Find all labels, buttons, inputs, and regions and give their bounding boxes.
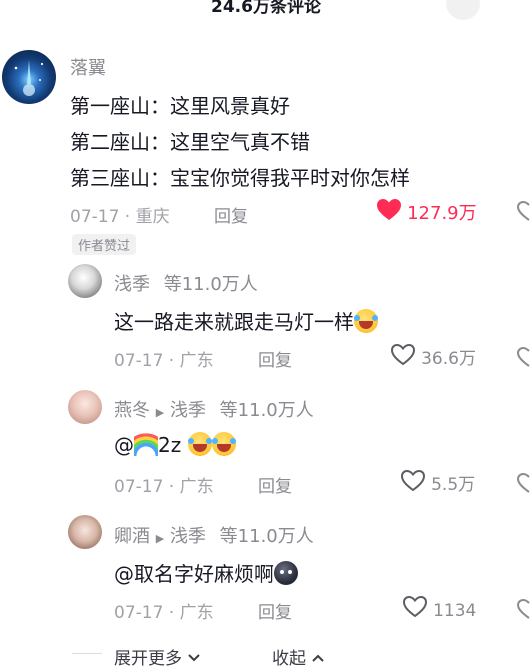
comment-username[interactable]: 落翼 [70,54,106,80]
like-count: 5.5万 [431,475,476,495]
dislike-icon[interactable] [516,346,532,368]
reply-text: @取名字好麻烦啊 [114,558,298,587]
like-button[interactable]: 36.6万 [390,343,476,371]
heart-outline-icon [390,343,416,371]
reply-meta: 07-17 · 广东 [114,351,214,371]
dislike-icon[interactable] [516,200,532,222]
author-liked-badge: 作者赞过 [72,234,137,255]
heart-outline-icon [400,469,426,497]
laughing-crying-emoji-icon [187,432,212,456]
like-button[interactable]: 5.5万 [400,469,475,497]
laughing-crying-emoji-icon [354,309,378,333]
like-button[interactable]: 127.9万 [376,198,477,226]
avatar[interactable] [68,390,102,424]
comment-text-line: 第二座山：这里空气真不错 [70,130,310,154]
reply-arrow-icon: ▶ [155,532,165,545]
like-count: 127.9万 [407,203,477,224]
comment-text-line: 第一座山：这里风景真好 [70,94,290,118]
collapse-button[interactable] [446,0,480,20]
comment-text-line: 第三座山：宝宝你觉得我平时对你怎样 [70,166,410,190]
avatar[interactable] [68,264,102,298]
reply-text-content: 这一路走来就跟走马灯一样 [114,310,354,334]
avatar[interactable] [68,515,102,549]
reply-text: 这一路走来就跟走马灯一样 [114,306,378,335]
heart-filled-icon [376,198,402,226]
laughing-crying-emoji-icon [211,432,236,456]
like-button[interactable]: 1134 [402,595,476,623]
chevron-down-icon [187,648,201,668]
collapse-replies-button[interactable]: 收起 [272,644,325,669]
rainbow-emoji-icon [134,432,158,456]
expand-more-button[interactable]: 展开更多 [114,644,201,669]
mention-symbol[interactable]: @ [114,433,134,457]
reply-liked-by: 等11.0万人 [219,400,314,421]
reply-username-text[interactable]: 卿酒 [114,526,150,547]
dislike-icon[interactable] [516,472,532,494]
reply-button[interactable]: 回复 [258,346,292,371]
dislike-icon[interactable] [516,598,532,620]
reply-username-text[interactable]: 燕冬 [114,400,150,421]
avatar[interactable] [2,50,56,104]
reply-button[interactable]: 回复 [258,472,292,497]
reply-text-content: @取名字好麻烦啊 [114,562,274,586]
reply-arrow-icon: ▶ [155,406,165,419]
like-count: 1134 [433,601,477,621]
reply-button[interactable]: 回复 [258,598,292,623]
heart-outline-icon [402,595,428,623]
collapse-icon [454,0,472,14]
reply-liked-by: 等11.0万人 [163,274,258,295]
like-count: 36.6万 [421,349,476,369]
reply-username: 浅季 等11.0万人 [114,270,258,296]
chevron-up-icon [311,648,325,668]
reply-username: 燕冬 ▶ 浅季 等11.0万人 [114,396,314,422]
comment-meta: 07-17 · 重庆 [70,207,170,227]
reply-button[interactable]: 回复 [214,202,248,227]
reply-username: 卿酒 ▶ 浅季 等11.0万人 [114,522,314,548]
reply-text: @2z [114,432,236,457]
reply-liked-by: 等11.0万人 [219,526,314,547]
reply-text-content: 2z [158,433,182,457]
divider [72,653,102,654]
reply-username-text[interactable]: 浅季 [114,274,150,295]
reply-meta: 07-17 · 广东 [114,477,214,497]
reply-meta: 07-17 · 广东 [114,603,214,623]
expand-more-label: 展开更多 [114,649,182,669]
dark-face-emoji-icon [274,561,298,585]
collapse-label: 收起 [272,649,306,669]
reply-to-username[interactable]: 浅季 [170,526,206,547]
reply-to-username[interactable]: 浅季 [170,400,206,421]
